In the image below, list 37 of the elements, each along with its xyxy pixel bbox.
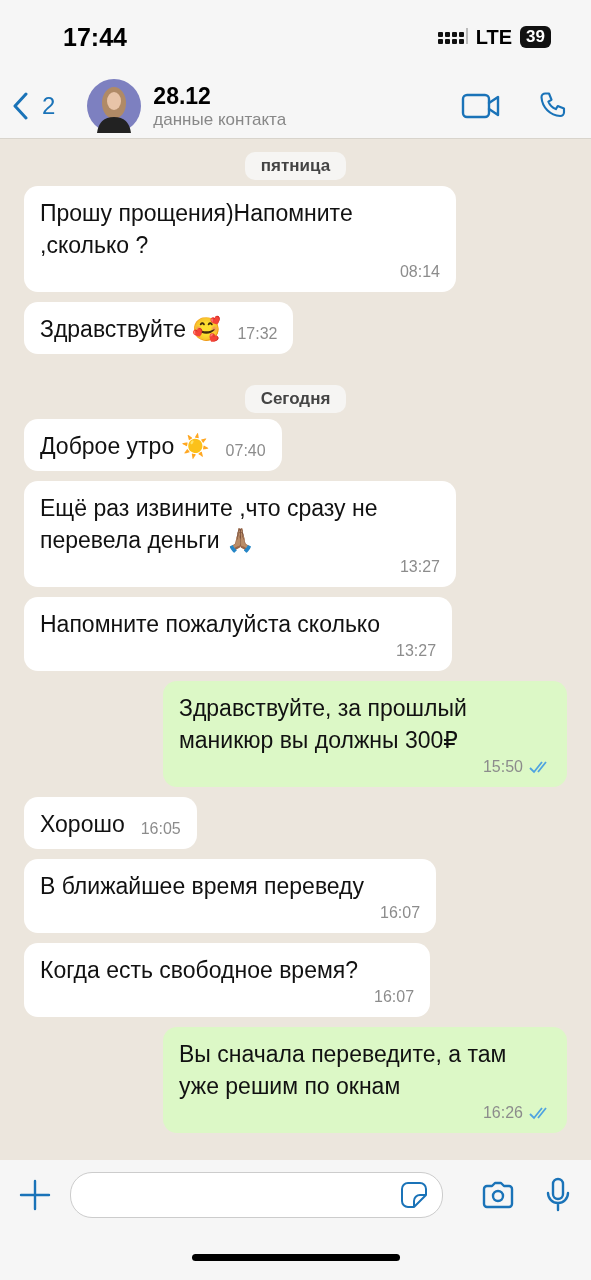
attach-button[interactable] <box>18 1178 52 1212</box>
signal-icon <box>437 28 468 46</box>
message-text: Хорошо <box>40 810 125 839</box>
message-text: Ещё раз извините ,что сразу не перевела деньги 🙏🏽 <box>40 494 379 555</box>
message-time: 07:40 <box>225 441 266 461</box>
message-time: 16:07 <box>380 903 421 923</box>
date-separator: пятница <box>244 152 347 180</box>
video-call-button[interactable] <box>461 92 501 120</box>
message-time: 08:14 <box>399 262 440 282</box>
message-time: 15:50 <box>482 757 523 777</box>
message-time: 16:26 <box>482 1103 523 1123</box>
message-text: Прошу прощения)Напомните ,сколько ? <box>40 199 354 260</box>
message-input[interactable] <box>70 1172 443 1218</box>
message-text: Когда есть свободное время? <box>40 956 358 985</box>
sticker-icon[interactable] <box>400 1181 428 1209</box>
message-text: Здравствуйте 🥰 <box>40 314 222 344</box>
network-type: LTE <box>475 25 513 49</box>
date-separator: Сегодня <box>244 385 347 413</box>
contact-name[interactable]: 28.12 <box>153 82 461 110</box>
camera-button[interactable] <box>481 1181 515 1209</box>
message-text: Здравствуйте, за прошлый маникюр вы должны 300₽ <box>179 694 468 755</box>
message-text: В ближайшее время переведу <box>40 872 365 901</box>
status-time: 17:44 <box>63 22 127 52</box>
microphone-button[interactable] <box>545 1177 571 1213</box>
message-time: 17:32 <box>237 324 278 344</box>
message-text: Напомните пожалуйста сколько <box>40 610 380 639</box>
message-time: 13:27 <box>399 557 440 577</box>
contact-info-link[interactable]: данные контакта <box>153 109 461 130</box>
message-text: Вы сначала переведите, а там уже решим по окнам <box>179 1040 508 1101</box>
message-time: 13:27 <box>396 641 437 661</box>
contact-avatar[interactable] <box>87 79 142 133</box>
chevron-left-icon <box>12 92 28 120</box>
battery-level: 39 <box>520 26 551 48</box>
message-text: Доброе утро ☀ <box>40 432 210 461</box>
back-button[interactable]: 2 <box>12 92 56 120</box>
message-time: 16:07 <box>374 987 415 1007</box>
message-time: 16:05 <box>140 819 181 839</box>
